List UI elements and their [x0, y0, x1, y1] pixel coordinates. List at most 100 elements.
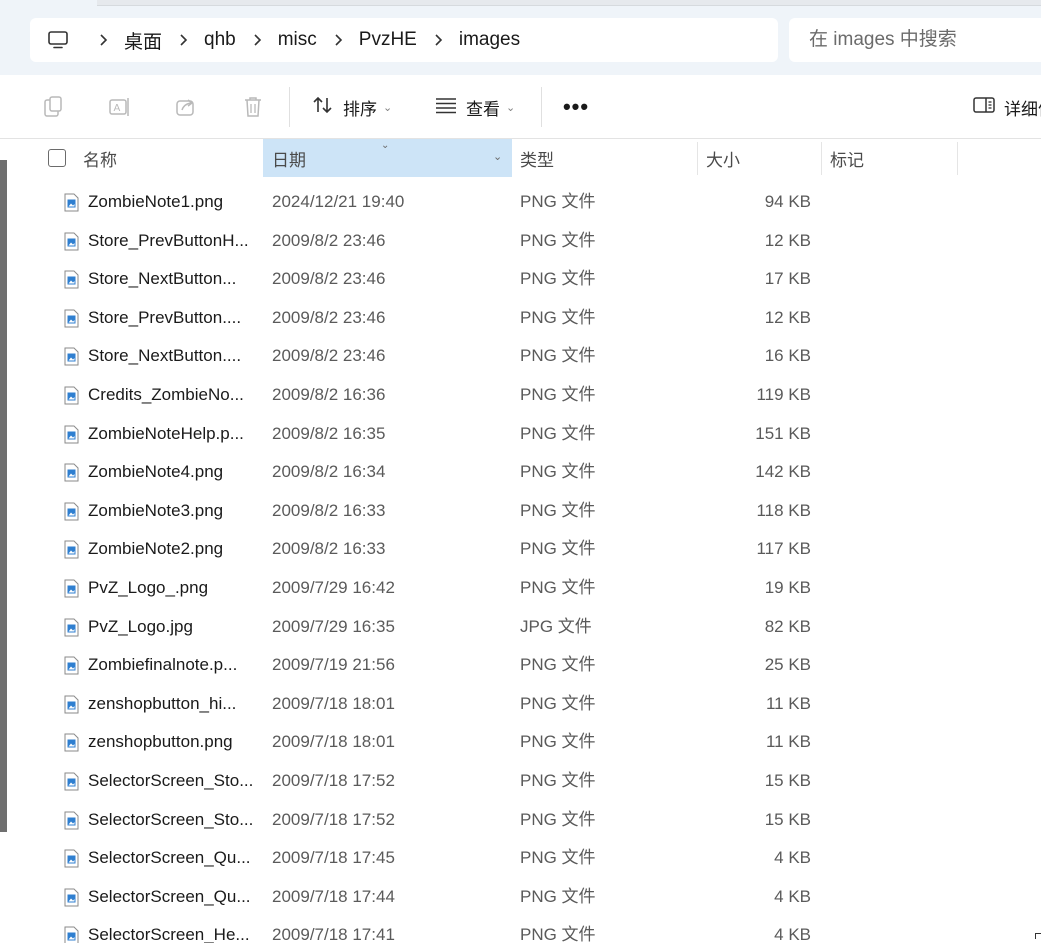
chevron-right-icon[interactable]	[166, 18, 200, 62]
search-box[interactable]	[789, 18, 1041, 62]
computer-icon[interactable]	[30, 18, 86, 62]
file-type: PNG 文件	[520, 809, 596, 829]
image-file-icon	[64, 849, 79, 868]
image-file-icon	[64, 579, 79, 598]
column-header-tags[interactable]: 标记	[830, 139, 957, 177]
file-date: 2009/8/2 16:35	[272, 423, 386, 443]
select-all-checkbox[interactable]	[48, 149, 66, 167]
file-name: SelectorScreen_Sto...	[88, 770, 254, 790]
file-type: PNG 文件	[520, 770, 596, 790]
image-file-icon	[64, 502, 79, 521]
file-size: 94 KB	[764, 192, 811, 211]
file-name: ZombieNote4.png	[88, 462, 224, 482]
file-type: PNG 文件	[520, 925, 596, 943]
file-type: PNG 文件	[520, 423, 596, 443]
details-pane-button[interactable]: 详细信息	[972, 89, 1041, 125]
file-row[interactable]: Zombiefinalnote.p... 2009/7/19 21:56 PNG 文…	[0, 646, 1041, 685]
breadcrumb-item-qhb[interactable]: qhb	[200, 18, 240, 62]
command-divider	[541, 87, 542, 127]
file-type: PNG 文件	[520, 384, 596, 404]
file-row[interactable]: zenshopbutton_hi... 2009/7/18 18:01 PNG 文件…	[0, 685, 1041, 724]
file-size: 15 KB	[764, 770, 811, 790]
file-type: PNG 文件	[520, 848, 596, 868]
more-options-button[interactable]: •••	[560, 89, 592, 125]
file-size: 19 KB	[764, 577, 811, 597]
file-row[interactable]: SelectorScreen_Qu... 2009/7/18 17:44 PNG 文…	[0, 878, 1041, 917]
file-row[interactable]: Credits_ZombieNo... 2009/8/2 16:36 PNG 文件 1…	[0, 376, 1041, 415]
file-row[interactable]: ZombieNote4.png 2009/8/2 16:34 PNG 文件 142 K…	[0, 453, 1041, 492]
file-date: 2009/7/18 17:44	[272, 886, 395, 906]
file-type: PNG 文件	[520, 192, 596, 211]
file-size: 118 KB	[756, 500, 811, 520]
file-row[interactable]: ZombieNote1.png 2024/12/21 19:40 PNG 文件 94 …	[0, 183, 1041, 222]
file-type: PNG 文件	[520, 462, 596, 482]
file-date: 2009/8/2 23:46	[272, 230, 386, 250]
sort-descending-icon: ⌄	[381, 140, 390, 151]
breadcrumb-item-pvzhe[interactable]: PvzHE	[355, 18, 421, 62]
delete-icon[interactable]	[240, 94, 266, 120]
address-bar-region: 桌面 qhb misc PvzHE images	[0, 0, 1041, 75]
file-name: Store_NextButton....	[88, 346, 242, 366]
file-row[interactable]: Store_NextButton.... 2009/8/2 23:46 PNG 文件…	[0, 337, 1041, 376]
file-type: PNG 文件	[520, 230, 596, 250]
chevron-down-icon: ⌄	[506, 101, 516, 114]
file-type: JPG 文件	[520, 616, 592, 636]
file-row[interactable]: PvZ_Logo.jpg 2009/7/29 16:35 JPG 文件 82 KB	[0, 608, 1041, 647]
svg-text:A: A	[114, 103, 121, 114]
file-name: SelectorScreen_Qu...	[88, 886, 251, 906]
file-row[interactable]: SelectorScreen_He... 2009/7/18 17:41 PNG 文…	[0, 916, 1041, 943]
chevron-right-icon[interactable]	[421, 18, 455, 62]
chevron-right-icon[interactable]	[86, 18, 120, 62]
column-header-size[interactable]: 大小	[706, 139, 821, 177]
file-type: PNG 文件	[520, 693, 596, 713]
search-input[interactable]	[809, 29, 1039, 51]
view-button[interactable]: 查看 ⌄	[434, 89, 515, 125]
file-date: 2009/7/29 16:42	[272, 577, 395, 597]
chevron-down-icon[interactable]: ⌄	[493, 150, 502, 163]
file-row[interactable]: SelectorScreen_Sto... 2009/7/18 17:52 PNG …	[0, 801, 1041, 840]
column-separator[interactable]	[821, 142, 822, 175]
corner-mark	[1035, 933, 1041, 939]
chevron-right-icon[interactable]	[240, 18, 274, 62]
file-size: 151 KB	[755, 423, 811, 443]
file-date: 2009/7/18 18:01	[272, 732, 395, 752]
image-file-icon	[64, 386, 79, 405]
column-header-name[interactable]: 名称	[83, 139, 261, 177]
share-icon[interactable]	[173, 94, 199, 120]
file-date: 2009/7/18 17:41	[272, 925, 395, 943]
file-row[interactable]: Store_NextButton... 2009/8/2 23:46 PNG 文件 1…	[0, 260, 1041, 299]
image-file-icon	[64, 540, 79, 559]
breadcrumb-item-misc[interactable]: misc	[274, 18, 321, 62]
file-size: 12 KB	[764, 230, 811, 250]
file-date: 2009/7/19 21:56	[272, 655, 395, 675]
file-row[interactable]: PvZ_Logo_.png 2009/7/29 16:42 PNG 文件 19 KB	[0, 569, 1041, 608]
command-bar: A 排序 ⌄ 查看 ⌄ ••• 详细	[0, 75, 1041, 139]
file-name: ZombieNoteHelp.p...	[88, 423, 244, 443]
file-rows: ZombieNote1.png 2024/12/21 19:40 PNG 文件 94 …	[0, 183, 1041, 943]
breadcrumb-item-desktop[interactable]: 桌面	[120, 18, 166, 62]
file-row[interactable]: Store_PrevButtonH... 2009/8/2 23:46 PNG 文件…	[0, 222, 1041, 261]
column-separator[interactable]	[957, 142, 958, 175]
file-date: 2009/8/2 23:46	[272, 307, 386, 327]
file-row[interactable]: Store_PrevButton.... 2009/8/2 23:46 PNG 文件…	[0, 299, 1041, 338]
file-name: Store_NextButton...	[88, 269, 237, 289]
file-date: 2009/7/18 17:52	[272, 809, 395, 829]
rename-icon[interactable]: A	[106, 94, 132, 120]
breadcrumb-item-images[interactable]: images	[455, 18, 524, 62]
file-row[interactable]: SelectorScreen_Qu... 2009/7/18 17:45 PNG 文…	[0, 839, 1041, 878]
file-row[interactable]: SelectorScreen_Sto... 2009/7/18 17:52 PNG …	[0, 762, 1041, 801]
file-row[interactable]: ZombieNote2.png 2009/8/2 16:33 PNG 文件 117 K…	[0, 530, 1041, 569]
file-row[interactable]: ZombieNoteHelp.p... 2009/8/2 16:35 PNG 文件 1…	[0, 415, 1041, 454]
file-date: 2009/7/29 16:35	[272, 616, 395, 636]
breadcrumb[interactable]: 桌面 qhb misc PvzHE images	[30, 18, 778, 62]
column-header-type[interactable]: 类型	[520, 139, 697, 177]
file-row[interactable]: ZombieNote3.png 2009/8/2 16:33 PNG 文件 118 K…	[0, 492, 1041, 531]
file-name: SelectorScreen_Sto...	[88, 809, 254, 829]
image-file-icon	[64, 270, 79, 289]
sort-button[interactable]: 排序 ⌄	[311, 89, 392, 125]
column-separator[interactable]	[697, 142, 698, 175]
file-name: ZombieNote2.png	[88, 539, 224, 559]
chevron-right-icon[interactable]	[321, 18, 355, 62]
copy-icon[interactable]	[40, 94, 66, 120]
file-row[interactable]: zenshopbutton.png 2009/7/18 18:01 PNG 文件 11…	[0, 723, 1041, 762]
